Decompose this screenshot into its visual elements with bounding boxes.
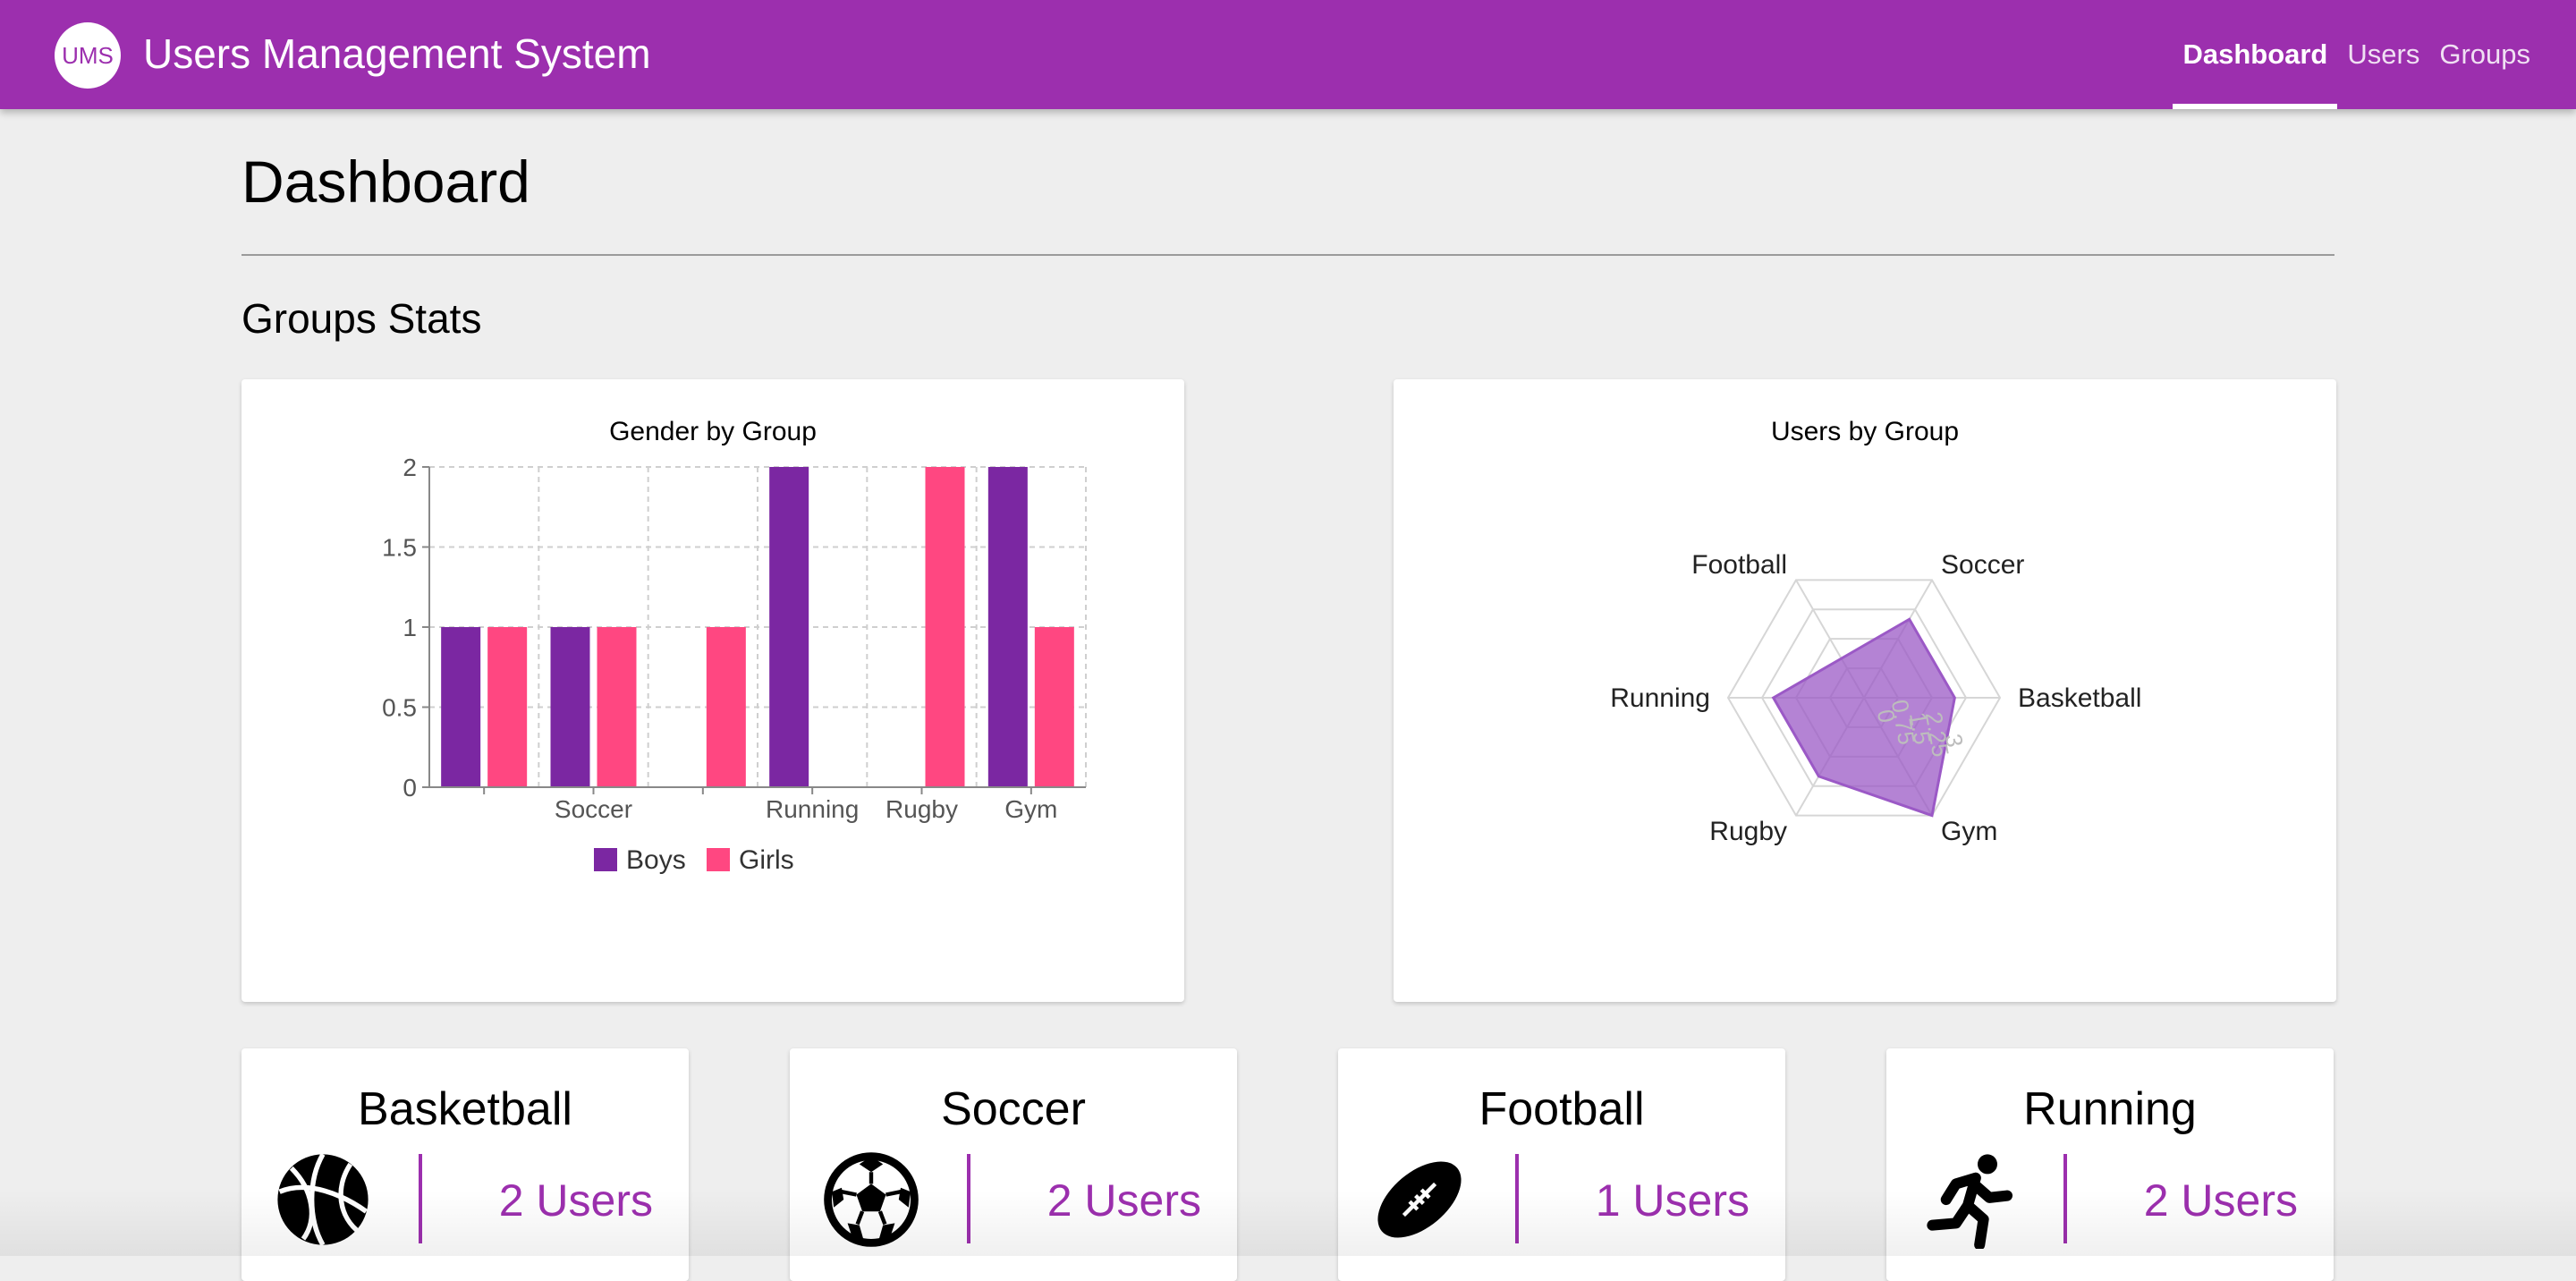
radar-axis-label: Football [1691,550,1787,580]
group-name: Soccer [941,1083,1086,1135]
bar-boys[interactable] [550,627,590,787]
group-name: Running [2023,1083,2197,1135]
y-tick-label: 1.5 [382,534,417,562]
bar-girls[interactable] [597,627,637,787]
radar-axis-label: Basketball [2018,683,2141,713]
top-nav: Dashboard Users Groups [2173,0,2540,109]
nav-groups[interactable]: Groups [2429,0,2540,109]
group-card-basketball[interactable]: Basketball 2 Users [242,1048,689,1281]
y-tick-label: 1 [402,614,417,641]
basketball-icon [277,1153,369,1246]
nav-dashboard[interactable]: Dashboard [2173,0,2338,109]
legend-swatch [594,848,617,871]
title-divider [242,254,2334,256]
group-name: Football [1479,1083,1645,1135]
radar-axis-label: Gym [1941,817,1997,846]
bar-girls[interactable] [706,627,746,787]
group-separator [2063,1154,2067,1243]
y-tick-label: 0 [402,774,417,802]
y-tick-label: 2 [402,454,417,481]
gender-by-group-chart: Gender by Group 0 0.5 1 1.5 2 Soccer Running Ru… [382,417,1087,875]
legend-label[interactable]: Boys [626,845,686,875]
users-by-group-chart: Users by Group 00.751.52.253 SoccerBaske… [1610,417,2141,846]
bar-girls[interactable] [1034,627,1074,787]
group-user-count: 1 Users [1595,1175,1750,1226]
nav-users[interactable]: Users [2337,0,2429,109]
radar-axis-label: Running [1610,683,1710,713]
group-separator [419,1154,422,1243]
logo-text: UMS [62,41,114,69]
group-separator [967,1154,970,1243]
legend-label[interactable]: Girls [739,845,794,875]
users-chart-card: Users by Group 0 0.75 1.5 2.25 3 Soccer Baske… [1394,379,2336,1002]
bar-girls[interactable] [925,467,965,787]
app-logo[interactable]: UMS [55,22,121,89]
legend-swatch [707,848,730,871]
section-title: Groups Stats [242,295,482,342]
bar-boys[interactable] [441,627,481,787]
x-tick-label: Soccer [555,795,632,823]
group-card-soccer[interactable]: Soccer 2 Users [790,1048,1237,1281]
radar-axis-label: Rugby [1709,817,1787,846]
football-icon [1377,1161,1462,1238]
page-title: Dashboard [242,148,530,215]
group-separator [1515,1154,1519,1243]
x-tick-label: Rugby [886,795,958,823]
app-bar: UMS Users Management System Dashboard Us… [0,0,2576,109]
group-name: Basketball [358,1083,572,1135]
group-user-count: 2 Users [2143,1175,2298,1226]
radar-axis-label: Soccer [1941,550,2024,580]
bar-chart-title: Gender by Group [609,417,817,446]
group-user-count: 2 Users [1046,1175,1201,1226]
app-title: Users Management System [143,30,651,77]
group-card-football[interactable]: Football 1 Users [1338,1048,1785,1281]
x-tick-label: Running [766,795,859,823]
running-icon [1927,1154,2013,1249]
x-tick-label: Gym [1004,795,1057,823]
bar-boys[interactable] [769,467,809,787]
radar-chart-title: Users by Group [1771,417,1959,446]
soccer-ball-icon [824,1152,919,1247]
y-tick-label: 0.5 [382,694,417,722]
bar-boys[interactable] [987,467,1028,787]
group-user-count: 2 Users [498,1175,653,1226]
group-card-running[interactable]: Running 2 Users [1886,1048,2334,1281]
gender-chart-card: Gender by Group 0 0.5 1 1.5 2 Soccer Running Ru… [242,379,1184,1002]
bar-girls[interactable] [487,627,528,787]
